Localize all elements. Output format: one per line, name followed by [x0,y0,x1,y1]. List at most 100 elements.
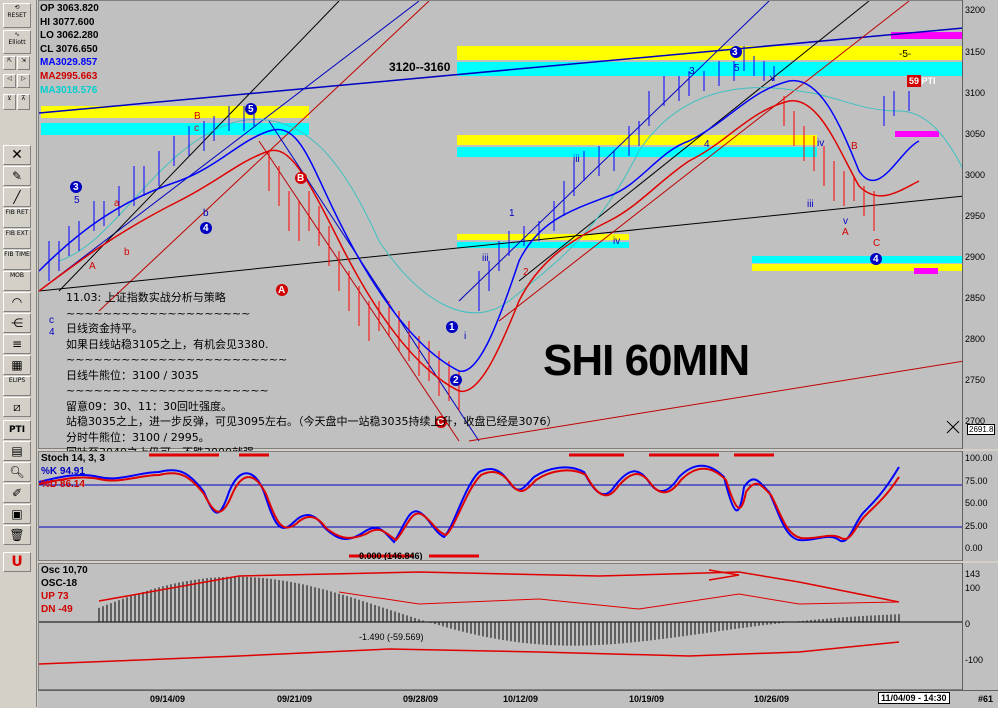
osc-value: OSC-18 [41,578,78,589]
line-tool-button[interactable]: ╱ [3,187,31,207]
compress-button[interactable]: ⊻ [3,94,16,110]
gann-tool-button[interactable]: ⧄ [3,397,31,417]
commentary-line: 站稳3035之上，进一步反弹，可见3095左右。（今天盘中一站稳3035持续上升… [66,415,558,428]
magnet-button[interactable]: U [3,552,31,572]
commentary-line: 留意09：30、11：30回吐强度。 [66,399,232,413]
price-tick: 3100 [965,88,986,98]
stoch-d-line [39,467,900,542]
trendline-2 [58,1,340,292]
select-icon: ▣ [11,507,23,521]
arrow-left-icon: ◁ [7,75,12,82]
stoch-tick: 25.00 [965,521,988,531]
arc-tool-button[interactable]: ◠ [3,292,31,312]
commentary-line: ~~~~~~~~~~~~~~~~~~~~~~ [66,384,269,397]
osc-dn-value: DN -49 [41,604,73,615]
wave-label: 2 [523,267,529,278]
reset-icon: ⟲ [14,4,20,11]
fib-time-button[interactable]: FIB TIME [3,250,31,270]
osc-mid-line [338,591,900,610]
wave-label: 5 [248,104,254,115]
commentary-line: ~~~~~~~~~~~~~~~~~~~~ [66,306,251,320]
wave-label: A [842,227,849,238]
osc-pane[interactable]: Osc 10,70 OSC-18 UP 73 DN -49 -1.490 (-5… [38,563,963,690]
grid-tool-button[interactable]: ▦ [3,355,31,375]
wave-label: v [843,216,848,227]
zoom-in-button[interactable]: ⇱ [3,56,16,70]
wave-label: c [49,315,54,326]
fan-tool-button[interactable]: ⋲ [3,313,31,333]
price-marker: 2691.8 [967,424,996,435]
arc-icon: ◠ [11,295,23,309]
ellipse-tool-button[interactable]: ELIPS [3,376,31,396]
grid-icon: ▦ [11,358,23,372]
osc-tick: 143 [965,569,981,579]
mob-button[interactable]: MOB [3,271,31,291]
wave-label: 4 [873,254,879,265]
date-tick: 09/28/09 [403,694,439,704]
fib-ext-button[interactable]: FIB EXT [3,229,31,249]
trendline-icon: ╱ [13,190,21,204]
fib-ret-button[interactable]: FIB RET [3,208,31,228]
price-tick: 2900 [965,252,986,262]
zone-yellow-mid [457,135,817,145]
paint-tool-button[interactable]: ✐ [3,483,31,503]
stoch-axis[interactable]: 100.00 75.00 50.00 25.00 0.00 [962,451,998,561]
date-tick: 10/12/09 [503,694,539,704]
osc-svg [39,569,962,665]
stoch-k-label: %K 94.91 [41,466,85,477]
trash-button[interactable]: 🗑︎ [3,525,31,545]
fan-icon: ⋲ [11,316,23,330]
wave-label: 4 [203,223,209,234]
stoch-tick: 100.00 [965,453,993,463]
osc-note: -1.490 (-59.569) [359,632,424,642]
osc-up-value: UP 73 [41,591,69,602]
channel-tool-button[interactable]: ≡ [3,334,31,354]
wave-label: C [873,238,881,249]
reset-button[interactable]: ⟲ RESET [3,3,31,28]
wave-label: v [770,73,775,84]
ohlc-readout: OP 3063.820 HI 3077.600 LO 3062.280 CL 3… [40,2,99,97]
pencil-icon: ✎ [11,169,23,183]
pti-button[interactable]: PTI [3,420,31,440]
bar-count-badge: #61 [978,694,994,704]
wave-label: 4 [49,327,55,338]
zone-magenta-mid [895,131,939,137]
pencil-tool-button[interactable]: ✎ [3,166,31,186]
scroll-left-button[interactable]: ◁ [3,74,16,88]
channel-icon: ≡ [11,337,23,351]
stoch-d-label: %D 86.14 [41,479,85,490]
open-value: OP 3063.820 [40,3,99,14]
zone-magenta-low [914,268,938,274]
wave-label: c [194,123,199,134]
ma-cyan-value: MA3018.576 [40,84,98,96]
drawing-toolbar: ⟲ RESET ∿ Elliott ⇱ ⇲ ◁ ▷ ⊻ ⊼ ✕ ✎ ╱ FIB RE… [0,0,37,707]
stoch-note: 0.000 (146.846) [359,551,423,561]
wave-label: iv [817,138,825,149]
osc-axis[interactable]: 143 100 0 -100 [962,563,998,690]
expand-button[interactable]: ⊼ [17,94,30,110]
delete-tool-button[interactable]: ✕ [3,145,31,165]
price-tick: 3200 [965,5,986,15]
zone-label: 3120--3160 [389,60,451,74]
wave-label: 3 [689,66,695,77]
date-tick: 09/14/09 [150,694,186,704]
table-button[interactable]: ▤ [3,441,31,461]
scroll-right-button[interactable]: ▷ [17,74,30,88]
zone-cyan-left [41,123,309,135]
osc-tick: 0 [965,619,971,629]
price-axis[interactable]: 3200 3150 3100 3050 3000 2950 2900 2850 … [962,0,998,449]
select-tool-button[interactable]: ▣ [3,504,31,524]
stoch-tick: 50.00 [965,498,988,508]
date-tick: 10/26/09 [754,694,790,704]
zoom-tool-button[interactable]: 🔍︎ [3,462,31,482]
crosshair-icon [946,420,960,434]
wave-label: iii [807,199,814,210]
expand-icon: ⊼ [21,95,26,102]
elliott-button[interactable]: ∿ Elliott [3,30,31,54]
analysis-commentary: 11.03: 上证指数实战分析与策略 ~~~~~~~~~~~~~~~~~~~~ … [66,290,557,453]
wave-label: 3 [732,47,738,58]
wave-label: b [124,247,130,258]
stoch-pane[interactable]: Stoch 14, 3, 3 %K 94.91 %D 86.14 0.000 (… [38,451,963,561]
wave-label: A [89,261,96,272]
zoom-out-button[interactable]: ⇲ [17,56,30,70]
